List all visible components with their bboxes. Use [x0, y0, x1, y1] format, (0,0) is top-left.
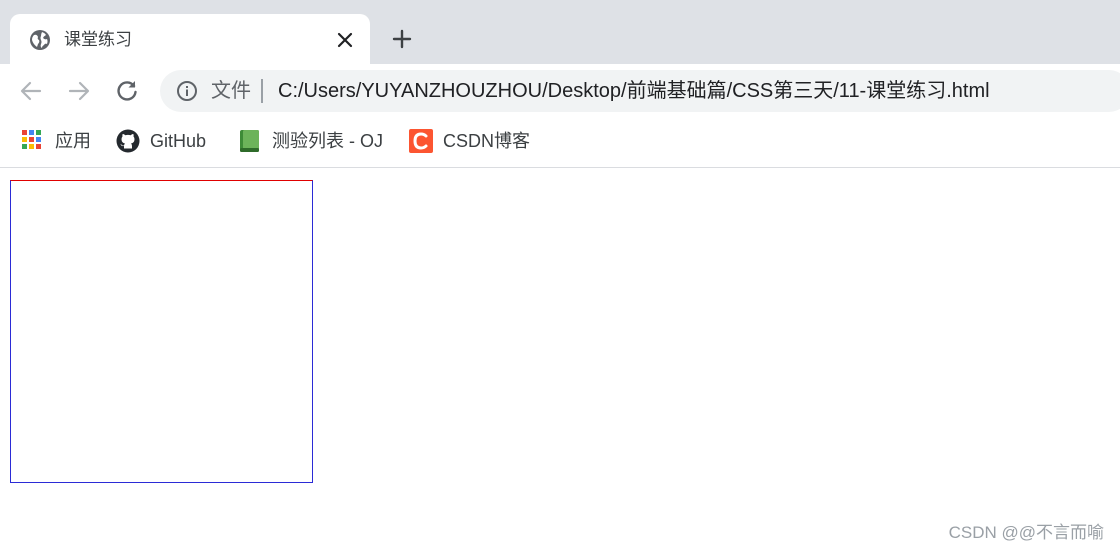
- tab-strip: 课堂练习: [0, 0, 1120, 64]
- github-icon: [116, 129, 140, 153]
- browser-window: 课堂练习 文件 C:/Users/YUYANZHOUZHOU/Desktop/前…: [0, 0, 1120, 552]
- url-scheme-label: 文件: [211, 80, 251, 102]
- demo-box: [10, 180, 313, 483]
- watermark: CSDN @@不言而喻: [948, 523, 1104, 542]
- url-separator: [261, 79, 263, 103]
- url-text[interactable]: C:/Users/YUYANZHOUZHOU/Desktop/前端基础篇/CSS…: [278, 79, 990, 103]
- globe-icon: [30, 30, 50, 50]
- csdn-icon: [409, 129, 433, 153]
- bookmarks-bar: 应用 GitHub 测验列表 - OJ CSDN博客: [0, 118, 1120, 168]
- close-icon[interactable]: [334, 29, 356, 51]
- bookmark-label: 应用: [55, 131, 91, 151]
- apps-grid-icon: [22, 130, 41, 149]
- page-content: CSDN @@不言而喻: [0, 168, 1120, 552]
- arrow-left-icon[interactable]: [18, 78, 44, 104]
- tab-active[interactable]: 课堂练习: [10, 14, 370, 64]
- bookmark-label: 测验列表 - OJ: [272, 131, 383, 151]
- toolbar: 文件 C:/Users/YUYANZHOUZHOU/Desktop/前端基础篇/…: [0, 64, 1120, 118]
- book-icon: [240, 130, 259, 152]
- tab-title: 课堂练习: [64, 30, 132, 49]
- address-bar[interactable]: 文件 C:/Users/YUYANZHOUZHOU/Desktop/前端基础篇/…: [160, 70, 1120, 112]
- arrow-right-icon[interactable]: [66, 78, 92, 104]
- bookmark-label: GitHub: [150, 131, 207, 151]
- bookmark-label: CSDN博客: [443, 131, 531, 151]
- plus-icon[interactable]: [390, 27, 414, 51]
- reload-icon[interactable]: [114, 78, 140, 104]
- info-icon[interactable]: [176, 80, 198, 102]
